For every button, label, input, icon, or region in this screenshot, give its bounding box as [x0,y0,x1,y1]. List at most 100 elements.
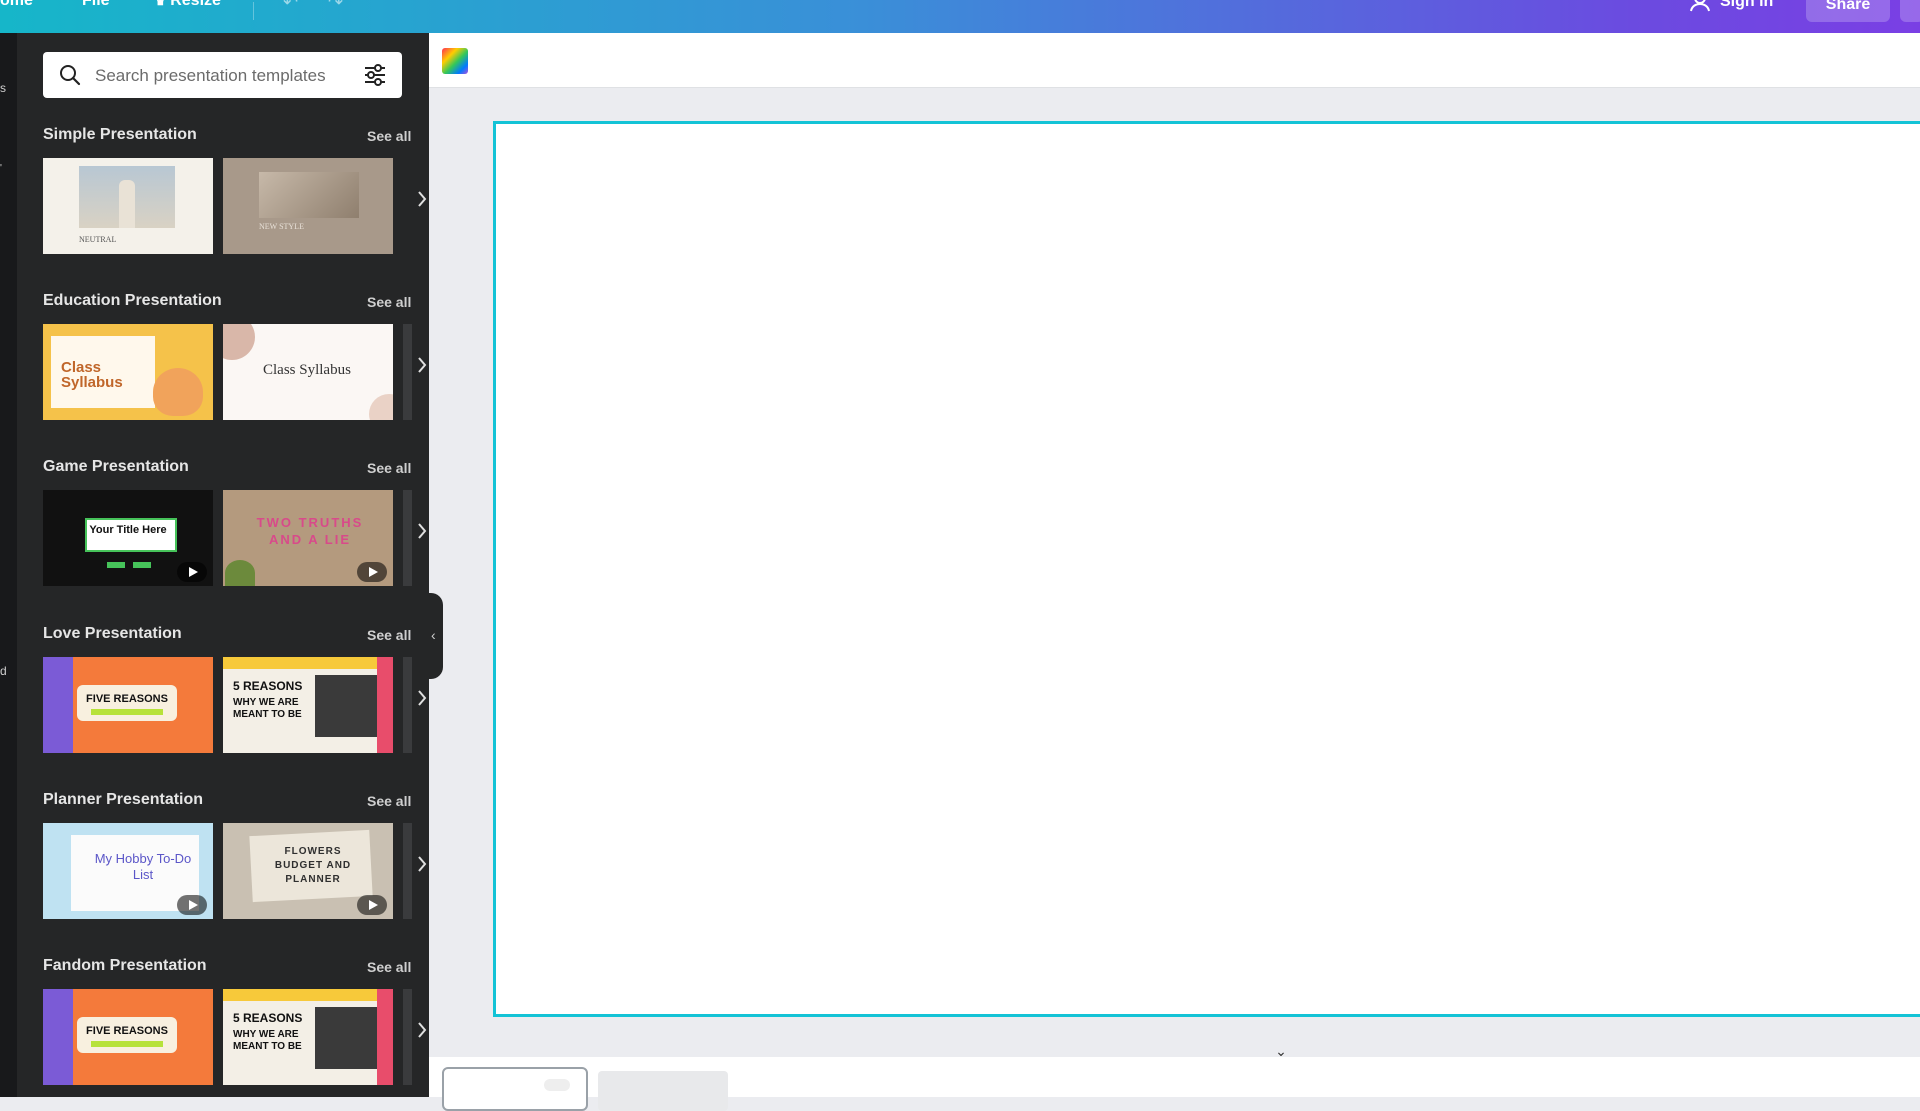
section-title: Planner Presentation [43,791,204,808]
peek-thumbnail[interactable] [403,989,412,1085]
template-thumbnail[interactable]: Class Syllabus [223,324,393,420]
chevron-right-icon[interactable] [417,522,427,540]
resize-label: Resize [170,0,221,9]
see-all-link[interactable]: See all [367,128,411,144]
color-block [43,989,73,1085]
color-block [43,657,73,753]
cat-illustration [153,368,203,416]
search-input[interactable] [93,62,357,90]
color-block [223,657,393,669]
page-number-badge [544,1079,570,1091]
see-all-link[interactable]: See all [367,294,411,310]
top-bar: ome File ♛ Resize ↶ ↷ Sign in Share [0,0,1920,33]
template-thumbnail[interactable]: TWO TRUTHS AND A LIE [223,490,393,586]
search-icon [60,65,81,86]
sign-in-button[interactable]: Sign in [1690,0,1773,12]
template-title: NEUTRAL [79,235,117,244]
section-title: Fandom Presentation [43,957,207,974]
play-icon [177,895,207,915]
template-title: 5 REASONS [233,1011,303,1025]
play-icon [357,895,387,915]
template-subtitle: WHY WE ARE MEANT TO BE [233,697,302,720]
filter-icon[interactable] [363,64,387,86]
side-rail: s ' d [0,33,17,1097]
play-icon [177,562,207,582]
button-shape [133,562,151,568]
figure-shape [119,180,135,228]
redo-icon[interactable]: ↷ [328,0,343,13]
undo-icon[interactable]: ↶ [283,0,298,13]
color-picker-icon[interactable] [442,48,468,74]
color-block [377,989,393,1085]
peek-thumbnail[interactable] [403,158,412,254]
chevron-left-icon: ‹ [431,627,436,643]
template-title: Class Syllabus [263,362,351,378]
sign-in-label: Sign in [1720,0,1774,10]
template-thumbnail[interactable]: NEW STYLE [223,158,393,254]
template-title: 5 REASONS [233,679,303,693]
chevron-right-icon[interactable] [417,855,427,873]
peek-thumbnail[interactable] [403,490,412,586]
template-thumbnail[interactable]: Class Syllabus [43,324,213,420]
section-title: Simple Presentation [43,126,197,143]
see-all-link[interactable]: See all [367,959,411,975]
template-panel: Simple Presentation See all NEUTRAL NEW … [17,33,429,1097]
blob-shape [369,394,393,420]
template-title: FIVE REASONS [86,1025,168,1037]
home-button[interactable]: ome [0,0,33,10]
chevron-right-icon[interactable] [417,190,427,208]
file-menu-button[interactable]: File [82,0,110,10]
page-strip [429,1057,1920,1111]
chevron-right-icon[interactable] [417,689,427,707]
photo-couple [315,675,377,737]
peek-thumbnail[interactable] [403,657,412,753]
rail-item-mark[interactable]: ' [0,163,2,174]
design-canvas[interactable] [493,121,1920,1017]
photo-legs [259,172,359,218]
leaf-shape [225,560,255,586]
more-button[interactable] [1900,0,1920,22]
chevron-right-icon[interactable] [417,356,427,374]
color-block [377,657,393,753]
template-thumbnail[interactable]: 5 REASONS WHY WE ARE MEANT TO BE [223,657,393,753]
share-button[interactable]: Share [1806,0,1890,22]
template-thumbnail[interactable]: FLOWERS BUDGET AND PLANNER [223,823,393,919]
peek-thumbnail[interactable] [403,324,412,420]
editor-toolbar [429,33,1920,88]
chevron-right-icon[interactable] [417,1021,427,1039]
rail-item-label[interactable]: d [0,664,7,678]
divider [253,2,254,20]
see-all-link[interactable]: See all [367,627,411,643]
photo-couple [315,1007,377,1069]
template-thumbnail[interactable]: NEUTRAL [43,158,213,254]
template-title: Your Title Here [89,524,167,536]
subtitle-bar [91,709,163,715]
template-title: FIVE REASONS [86,693,168,705]
play-icon [357,562,387,582]
see-all-link[interactable]: See all [367,460,411,476]
crown-icon: ♛ [155,0,166,8]
section-title: Game Presentation [43,458,189,475]
subtitle-bar [91,1041,163,1047]
section-title: Love Presentation [43,625,182,642]
peek-thumbnail[interactable] [403,823,412,919]
resize-button[interactable]: ♛ Resize [155,0,221,10]
template-title: FLOWERS BUDGET AND PLANNER [274,846,352,885]
page-thumbnail[interactable] [442,1067,588,1111]
template-title: NEW STYLE [259,222,304,231]
template-subtitle: WHY WE ARE MEANT TO BE [233,1029,302,1052]
search-box[interactable] [43,52,402,98]
template-thumbnail[interactable]: 5 REASONS WHY WE ARE MEANT TO BE [223,989,393,1085]
rail-item-label[interactable]: s [0,81,6,95]
see-all-link[interactable]: See all [367,793,411,809]
template-title: TWO TRUTHS AND A LIE [256,515,364,547]
template-thumbnail[interactable]: My Hobby To-Do List [43,823,213,919]
template-title: My Hobby To-Do List [94,851,192,882]
collapse-panel-button[interactable]: ‹ [429,593,443,679]
template-thumbnail[interactable]: Your Title Here [43,490,213,586]
user-icon [1690,0,1710,12]
template-thumbnail[interactable]: FIVE REASONS [43,657,213,753]
template-thumbnail[interactable]: FIVE REASONS [43,989,213,1085]
template-title: Class Syllabus [61,359,123,391]
add-page-button[interactable] [598,1071,728,1111]
